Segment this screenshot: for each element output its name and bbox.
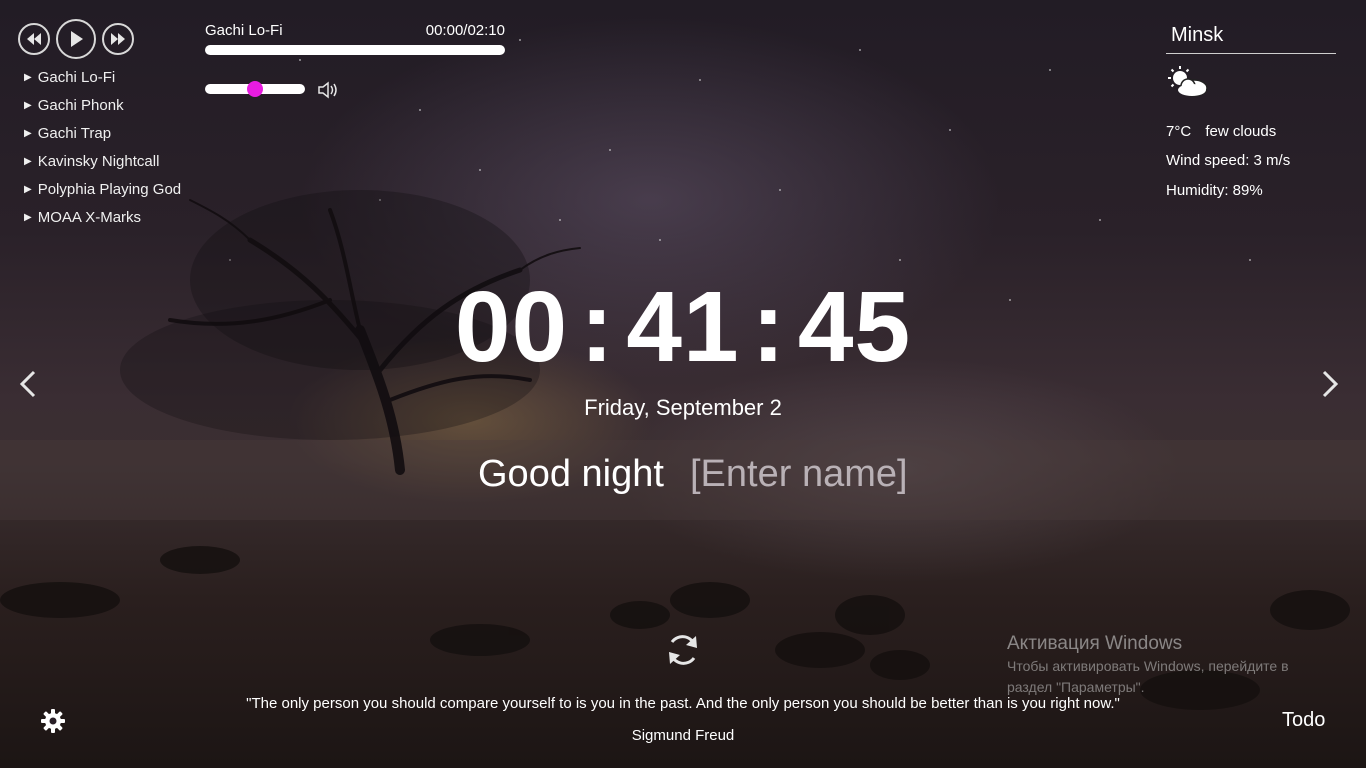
rewind-icon — [27, 33, 41, 45]
playlist-item[interactable]: ▶ Kavinsky Nightcall — [24, 152, 181, 180]
windows-activation-text: Чтобы активировать Windows, перейдите в … — [1007, 658, 1289, 695]
volume-icon[interactable] — [317, 81, 339, 99]
city-input[interactable]: Minsk — [1166, 22, 1336, 54]
playlist-item-label: Kavinsky Nightcall — [37, 153, 160, 170]
play-button[interactable] — [56, 19, 96, 59]
windows-activation-title: Активация Windows — [1007, 633, 1183, 654]
playlist-item[interactable]: ▶ MOAA X-Marks — [24, 208, 181, 236]
playlist-item-label: Polyphia Playing God — [37, 181, 182, 198]
playlist-item-label: Gachi Lo-Fi — [37, 69, 116, 86]
play-triangle-icon: ▶ — [24, 212, 32, 223]
clock-seconds: 45 — [797, 271, 912, 383]
clock-hours: 00 — [454, 271, 569, 383]
fast-forward-button[interactable] — [102, 23, 134, 55]
temperature: 7°C — [1166, 123, 1192, 140]
name-input[interactable] — [690, 452, 930, 496]
clock-separator: : — [580, 271, 615, 383]
play-triangle-icon: ▶ — [24, 128, 32, 139]
playlist: ▶ Gachi Lo-Fi ▶ Gachi Phonk ▶ Gachi Trap ▶ K… — [24, 68, 181, 236]
clock-minutes: 41 — [626, 271, 740, 383]
date: Friday, September 2 — [584, 395, 782, 420]
volume-thumb[interactable] — [247, 81, 263, 97]
weather-temp-row: 7°C few clouds — [1166, 123, 1276, 140]
refresh-quote-icon[interactable] — [665, 632, 701, 668]
track-time: 00:00/02:10 — [425, 22, 505, 39]
playlist-item[interactable]: ▶ Gachi Phonk — [24, 96, 181, 124]
play-triangle-icon: ▶ — [24, 184, 32, 195]
fast-forward-icon — [111, 33, 125, 45]
todo-button[interactable]: Todo — [1282, 709, 1325, 732]
play-triangle-icon: ▶ — [24, 100, 32, 111]
greeting: Good night — [478, 453, 664, 495]
weather-description: few clouds — [1205, 123, 1277, 140]
player-controls — [18, 19, 134, 59]
playlist-item-label: Gachi Trap — [37, 125, 112, 142]
playlist-item[interactable]: ▶ Gachi Lo-Fi — [24, 68, 181, 96]
clock-separator: : — [751, 271, 786, 383]
gear-icon[interactable] — [40, 708, 66, 734]
volume-slider[interactable] — [205, 81, 305, 97]
playlist-item-label: Gachi Phonk — [37, 97, 124, 114]
play-triangle-icon: ▶ — [24, 72, 32, 83]
playlist-item[interactable]: ▶ Polyphia Playing God — [24, 180, 181, 208]
clock: 00:41:45 — [0, 272, 1366, 382]
wind-speed: Wind speed: 3 m/s — [1166, 152, 1291, 169]
sun-behind-clouds-icon — [1168, 66, 1208, 97]
current-track-title: Gachi Lo-Fi — [205, 22, 283, 39]
playlist-item-label: MOAA X-Marks — [37, 209, 142, 226]
play-triangle-icon: ▶ — [24, 156, 32, 167]
quote-author: Sigmund Freud — [631, 727, 735, 744]
playlist-item[interactable]: ▶ Gachi Trap — [24, 124, 181, 152]
rewind-button[interactable] — [18, 23, 50, 55]
play-icon — [71, 31, 83, 47]
humidity: Humidity: 89% — [1166, 182, 1263, 199]
progress-bar[interactable] — [205, 45, 505, 55]
